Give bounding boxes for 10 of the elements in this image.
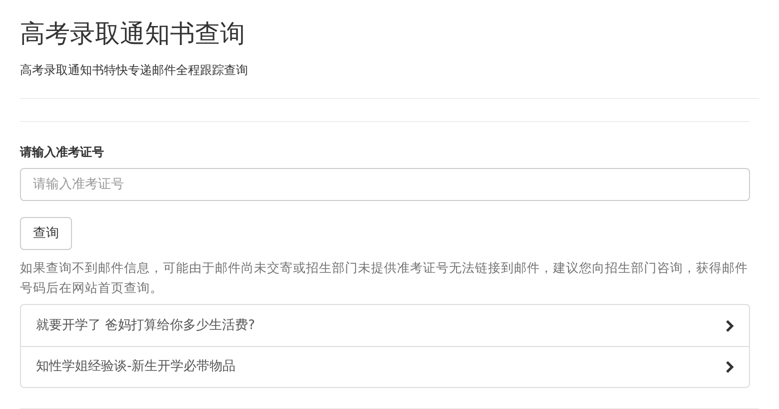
help-text: 如果查询不到邮件信息，可能由于邮件尚未交寄或招生部门未提供准考证号无法链接到邮件，建议您向招生部门咨询，获得邮件号码后在网站首页查询。: [20, 259, 749, 297]
list-link[interactable]: 就要开学了 爸妈打算给你多少生活费?: [21, 305, 749, 346]
field-label: 请输入准考证号: [20, 144, 105, 160]
chevron-right-icon: [725, 320, 734, 332]
page-title: 高考录取通知书查询: [20, 18, 246, 50]
list-link[interactable]: 知性学姐经验谈-新生开学必带物品: [21, 346, 749, 387]
search-button[interactable]: 查询: [20, 217, 72, 250]
chevron-right-icon: [725, 361, 734, 373]
input-field[interactable]: 请输入准考证号: [20, 168, 750, 201]
page-subtitle: 高考录取通知书特快专递邮件全程跟踪查询: [20, 62, 249, 78]
